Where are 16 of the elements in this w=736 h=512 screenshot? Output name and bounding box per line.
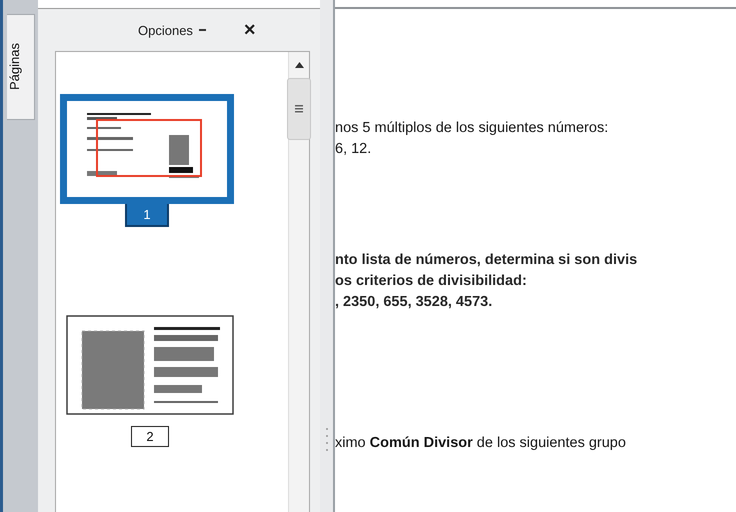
options-menu[interactable]: Opciones xyxy=(138,22,206,38)
document-text: , 2350, 655, 3528, 4573. xyxy=(335,294,492,311)
scrollbar-thumb[interactable] xyxy=(287,78,311,140)
document-text: nos 5 múltiplos de los siguientes números: xyxy=(335,120,608,137)
page-number: 1 xyxy=(125,204,169,227)
splitter-grip[interactable] xyxy=(324,426,328,452)
scroll-up-icon[interactable] xyxy=(294,62,304,68)
page-number: 2 xyxy=(131,426,169,447)
document-text: nto lista de números, determina si son divis xyxy=(335,252,638,269)
document-text: os criterios de divisibilidad: xyxy=(335,273,527,290)
close-button[interactable]: × xyxy=(240,18,260,42)
document-text: ximo Común Divisor de los siguientes grupo xyxy=(335,435,626,452)
document-text: 6, 12. xyxy=(335,141,372,158)
page-thumbnail-frame[interactable] xyxy=(60,94,234,204)
caret-icon xyxy=(198,28,206,32)
pages-tab[interactable]: Páginas xyxy=(7,14,35,120)
